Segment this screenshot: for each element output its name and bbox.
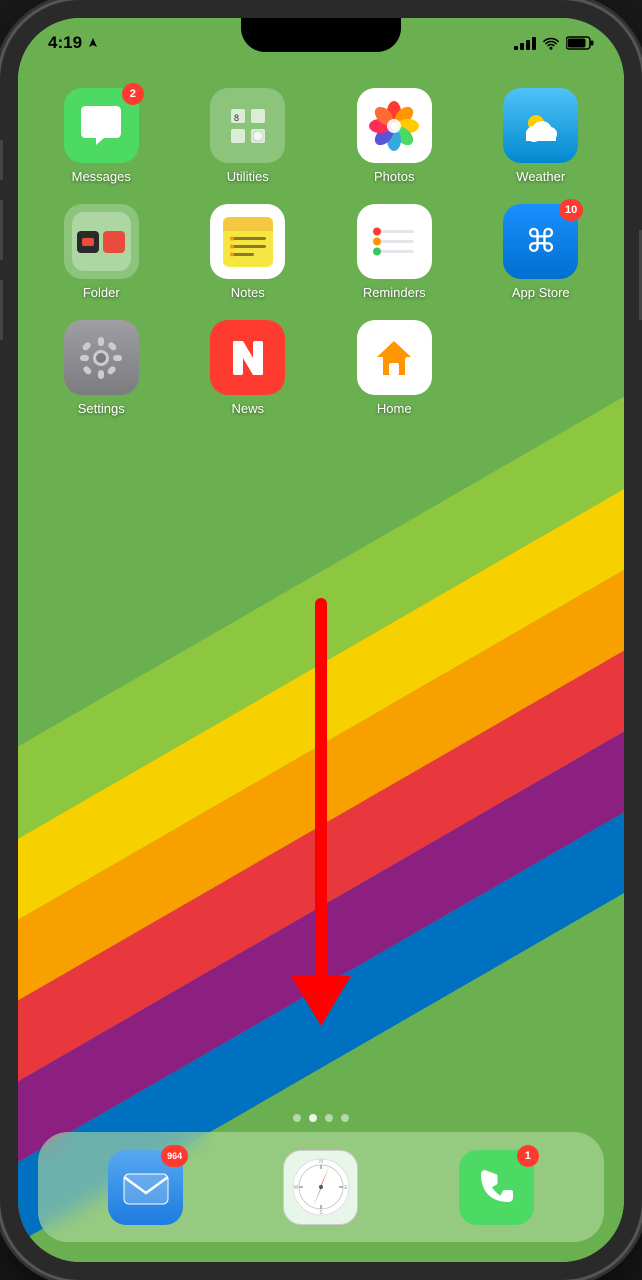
weather-label: Weather <box>516 169 565 184</box>
settings-icon <box>64 320 139 395</box>
svg-text:⌘: ⌘ <box>525 223 557 259</box>
phone-frame: 4:19 <box>0 0 642 1280</box>
news-icon <box>210 320 285 395</box>
app-messages[interactable]: 2 Messages <box>38 88 165 184</box>
notes-icon <box>210 204 285 279</box>
mail-badge: 964 <box>161 1145 188 1167</box>
volume-down-button[interactable] <box>0 280 3 340</box>
page-dot-2 <box>309 1114 317 1122</box>
app-appstore[interactable]: ⌘ 10 App Store <box>478 204 605 300</box>
messages-label: Messages <box>72 169 131 184</box>
wifi-icon <box>542 36 560 50</box>
app-grid: 2 Messages 8 <box>18 78 624 426</box>
settings-label: Settings <box>78 401 125 416</box>
page-dot-3 <box>325 1114 333 1122</box>
arrow-shaft <box>315 598 327 978</box>
utilities-label: Utilities <box>227 169 269 184</box>
location-arrow-icon <box>87 37 99 49</box>
status-time: 4:19 <box>48 33 82 53</box>
phone-badge: 1 <box>517 1145 539 1167</box>
app-home[interactable]: Home <box>331 320 458 416</box>
arrow-head <box>291 976 351 1026</box>
home-icon <box>357 320 432 395</box>
svg-text:8: 8 <box>234 113 239 123</box>
folder-label: Folder <box>83 285 120 300</box>
arrow-annotation <box>291 598 351 1026</box>
status-icons <box>514 36 594 50</box>
appstore-badge: 10 <box>559 199 583 221</box>
safari-icon: N S W E <box>283 1150 358 1225</box>
dock-safari[interactable]: N S W E <box>283 1150 358 1225</box>
folder-icon <box>64 204 139 279</box>
dock: 964 <box>38 1132 604 1242</box>
page-dot-4 <box>341 1114 349 1122</box>
battery-icon <box>566 36 594 50</box>
home-label: Home <box>377 401 412 416</box>
app-empty <box>478 320 605 416</box>
news-label: News <box>231 401 264 416</box>
app-weather[interactable]: Weather <box>478 88 605 184</box>
dock-phone[interactable]: 1 <box>459 1150 534 1225</box>
phone-screen: 4:19 <box>18 18 624 1262</box>
page-indicator <box>18 1114 624 1122</box>
app-folder[interactable]: Folder <box>38 204 165 300</box>
weather-icon <box>503 88 578 163</box>
reminders-label: Reminders <box>363 285 426 300</box>
svg-text:W: W <box>294 1185 299 1191</box>
messages-badge: 2 <box>122 83 144 105</box>
volume-up-button[interactable] <box>0 200 3 260</box>
app-photos[interactable]: Photos <box>331 88 458 184</box>
app-notes[interactable]: Notes <box>185 204 312 300</box>
utilities-icon: 8 <box>210 88 285 163</box>
app-news[interactable]: News <box>185 320 312 416</box>
svg-text:N: N <box>319 1159 323 1165</box>
silent-switch[interactable] <box>0 140 3 180</box>
appstore-label: App Store <box>512 285 570 300</box>
app-settings[interactable]: Settings <box>38 320 165 416</box>
photos-icon <box>357 88 432 163</box>
page-dot-1 <box>293 1114 301 1122</box>
signal-strength-icon <box>514 36 536 50</box>
reminders-icon <box>357 204 432 279</box>
app-utilities[interactable]: 8 Utilities <box>185 88 312 184</box>
app-reminders[interactable]: Reminders <box>331 204 458 300</box>
notes-label: Notes <box>231 285 265 300</box>
notch <box>241 18 401 52</box>
photos-label: Photos <box>374 169 414 184</box>
dock-mail[interactable]: 964 <box>108 1150 183 1225</box>
